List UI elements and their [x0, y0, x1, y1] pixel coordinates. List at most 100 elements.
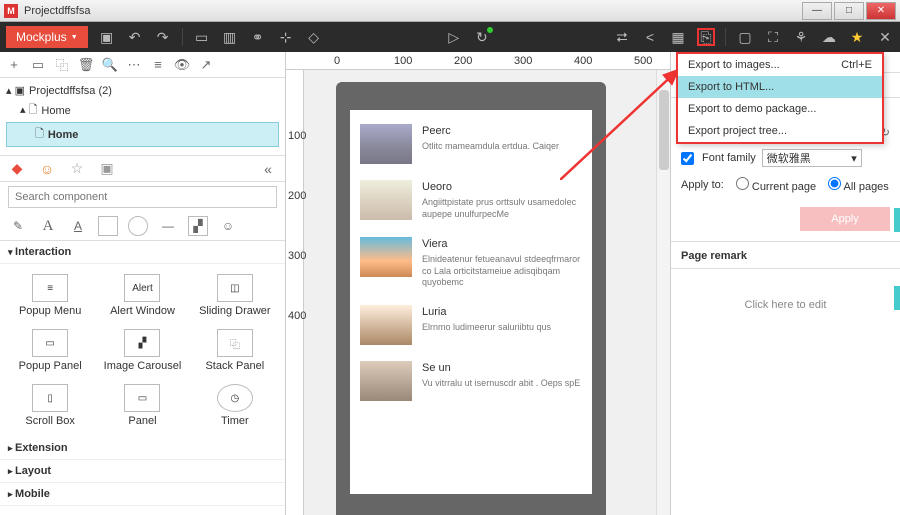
text-a-icon[interactable]: A [38, 216, 58, 236]
link-icon[interactable]: ⚭ [249, 28, 267, 46]
cloud-icon[interactable]: ☁ [820, 28, 838, 46]
comp-popup-panel[interactable]: ▭Popup Panel [6, 325, 94, 376]
export-tree-item[interactable]: Export project tree... [678, 120, 882, 142]
folder-icon[interactable]: ▭ [30, 57, 46, 73]
team-icon[interactable]: ⚘ [792, 28, 810, 46]
thumb-icon [360, 180, 412, 220]
list-item[interactable]: UeoroAngiittpistate prus orttsulv usamed… [360, 172, 582, 229]
distribute-icon[interactable]: ▥ [221, 28, 239, 46]
section-mobile[interactable]: Mobile [0, 483, 285, 506]
canvas[interactable]: 0 100 200 300 400 500 100 200 300 400 Pe… [286, 52, 670, 515]
quick-shapes: ✎ A A — ▞ ☺ [0, 212, 285, 241]
section-layout[interactable]: Layout [0, 460, 285, 483]
maximize-button[interactable]: □ [834, 2, 864, 20]
side-tab-2[interactable] [894, 286, 900, 310]
list-item[interactable]: Se unVu vitrralu ut isernuscdr abit . Oe… [360, 353, 582, 409]
color-icon[interactable]: ◇ [305, 28, 323, 46]
comp-image-carousel[interactable]: ▞Image Carousel [98, 325, 186, 376]
smiley-icon[interactable]: ☺ [218, 216, 238, 236]
apply-button[interactable]: Apply [800, 207, 890, 231]
remark-header: Page remark [671, 244, 900, 269]
add-icon[interactable]: + [6, 57, 22, 73]
grid-icon[interactable]: ▦ [669, 28, 687, 46]
device-screen[interactable]: PeercOtlitc mameamdula ertdua. Caiqer Ue… [350, 110, 592, 494]
left-panel: + ▭ ⿻ 🗑 🔍 ⋯ ≡ 👁 ↗ ▴ ▣ Projectdffsfsa (2)… [0, 52, 286, 515]
device-frame-icon[interactable]: ▢ [736, 28, 754, 46]
align-icon[interactable]: ▭ [193, 28, 211, 46]
comp-alert-window[interactable]: AlertAlert Window [98, 270, 186, 321]
list-item[interactable]: VieraElnideatenur fetueanavul stdeeqfrma… [360, 229, 582, 297]
window-titlebar: M Projectdffsfsa — □ ✕ [0, 0, 900, 22]
search-icon[interactable]: 🔍 [102, 57, 118, 73]
apply-to-label: Apply to: [681, 179, 724, 191]
eyedropper-icon[interactable]: ✎ [8, 216, 28, 236]
delete-icon[interactable]: 🗑 [78, 57, 94, 73]
list-icon[interactable]: ≡ [150, 57, 166, 73]
icons-tab-icon[interactable]: ☺ [38, 160, 56, 178]
radio-current-page[interactable]: Current page [736, 177, 816, 193]
widgets-tab-icon[interactable]: ◆ [8, 160, 26, 178]
ruler-horizontal: 0 100 200 300 400 500 [286, 52, 670, 70]
project-toolbar: + ▭ ⿻ 🗑 🔍 ⋯ ≡ 👁 ↗ [0, 52, 285, 78]
image-shape-icon[interactable]: ▞ [188, 216, 208, 236]
section-interaction[interactable]: Interaction [0, 241, 285, 264]
comp-timer[interactable]: ◷Timer [191, 380, 279, 431]
collapse-icon[interactable]: « [259, 160, 277, 178]
undo-icon[interactable]: ↶ [126, 28, 144, 46]
circle-shape-icon[interactable] [128, 216, 148, 236]
more-icon[interactable]: ⋯ [126, 57, 142, 73]
list-item[interactable]: LuriaElrnmo ludimeerur saluriibtu qus [360, 297, 582, 353]
fullscreen-icon[interactable]: ⛶ [764, 28, 782, 46]
tree-root[interactable]: ▴ ▣ Projectdffsfsa (2) [6, 82, 279, 99]
copy-icon[interactable]: ⿻ [54, 57, 70, 73]
close-button[interactable]: ✕ [866, 2, 896, 20]
line-shape-icon[interactable]: — [158, 216, 178, 236]
ruler-vertical: 100 200 300 400 [286, 70, 304, 515]
tree-node-home-selected[interactable]: 🗋 Home [6, 122, 279, 147]
thumb-icon [360, 124, 412, 164]
ruler-icon[interactable]: ⊹ [277, 28, 295, 46]
comp-panel[interactable]: ▭Panel [98, 380, 186, 431]
thumb-icon [360, 237, 412, 277]
remark-area[interactable]: Click here to edit [671, 269, 900, 341]
app-menu-button[interactable]: Mockplus [6, 26, 88, 48]
redo-icon[interactable]: ↷ [154, 28, 172, 46]
search-input[interactable] [8, 186, 277, 208]
side-tab-1[interactable] [894, 208, 900, 232]
minimize-button[interactable]: — [802, 2, 832, 20]
project-tree: ▴ ▣ Projectdffsfsa (2) ▴ 🗋 Home 🗋 Home [0, 78, 285, 156]
play-icon[interactable]: ▷ [445, 28, 463, 46]
font-family-checkbox[interactable] [681, 152, 694, 165]
favorites-tab-icon[interactable]: ☆ [68, 160, 86, 178]
rect-shape-icon[interactable] [98, 216, 118, 236]
save-icon[interactable]: ▣ [98, 28, 116, 46]
section-extension[interactable]: Extension [0, 437, 285, 460]
canvas-scrollbar[interactable] [656, 70, 670, 515]
comp-stack-panel[interactable]: ⿻Stack Panel [191, 325, 279, 376]
comp-sliding-drawer[interactable]: ◫Sliding Drawer [191, 270, 279, 321]
window-title: Projectdffsfsa [24, 5, 90, 17]
comp-popup-menu[interactable]: ≡Popup Menu [6, 270, 94, 321]
font-family-label: Font family [702, 152, 756, 164]
text-underline-icon[interactable]: A [68, 216, 88, 236]
app-icon: M [4, 4, 18, 18]
export-html-item[interactable]: Export to HTML... [678, 76, 882, 98]
refresh-icon[interactable]: ↻ [473, 28, 491, 46]
main-toolbar: Mockplus ▣ ↶ ↷ ▭ ▥ ⚭ ⊹ ◇ ▷ ↻ ⮂ < ▦ ⎘ ▢ ⛶… [0, 22, 900, 52]
arrow-icon[interactable]: ↗ [198, 57, 214, 73]
masters-tab-icon[interactable]: ▣ [98, 160, 116, 178]
share-icon[interactable]: < [641, 28, 659, 46]
tree-node-home[interactable]: ▴ 🗋 Home [6, 99, 279, 122]
comp-scroll-box[interactable]: ▯Scroll Box [6, 380, 94, 431]
eye-icon[interactable]: 👁 [174, 57, 190, 73]
font-family-combo[interactable]: 微软雅黑▾ [762, 149, 862, 167]
thumb-icon [360, 305, 412, 345]
loop-icon[interactable]: ⮂ [613, 28, 631, 46]
export-button[interactable]: ⎘ [697, 28, 715, 46]
list-item[interactable]: PeercOtlitc mameamdula ertdua. Caiqer [360, 116, 582, 172]
star-icon[interactable]: ★ [848, 28, 866, 46]
export-demo-item[interactable]: Export to demo package... [678, 98, 882, 120]
radio-all-pages[interactable]: All pages [828, 177, 889, 193]
close-panel-icon[interactable]: ✕ [876, 28, 894, 46]
export-images-item[interactable]: Export to images...Ctrl+E [678, 54, 882, 76]
